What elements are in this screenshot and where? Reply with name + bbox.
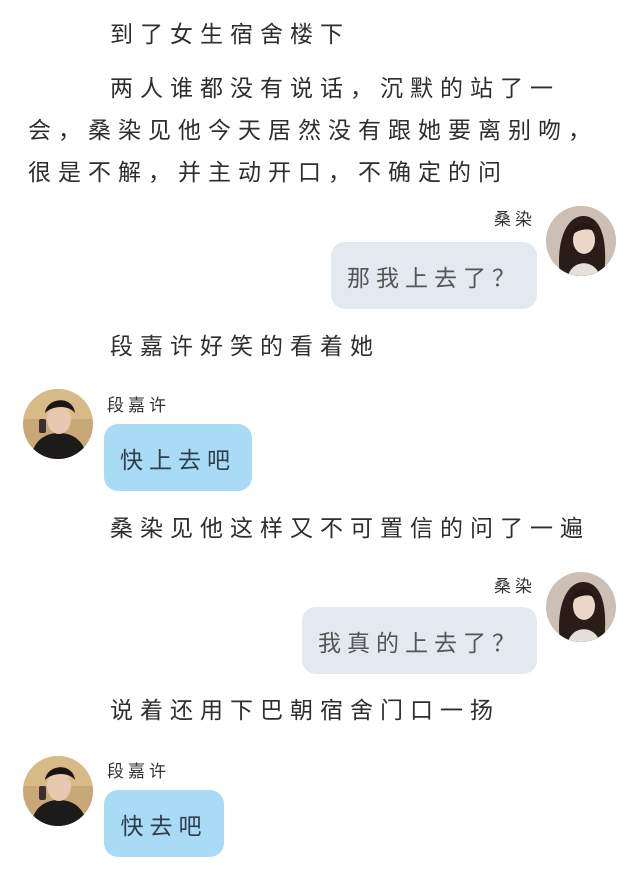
message-bubble-right: 那我上去了？ [331, 242, 537, 309]
message-bubble-left: 快上去吧 [104, 424, 252, 491]
speaker-name: 段嘉许 [107, 762, 170, 782]
narration-4: 桑染见他这样又不可置信的问了一遍 [110, 516, 590, 542]
narration-2: 两人谁都没有说话，沉默的站了一会，桑染见他今天居然没有跟她要离别吻，很是不解，并… [28, 76, 598, 186]
avatar-female-icon[interactable] [546, 206, 616, 276]
narration-5: 说着还用下巴朝宿舍门口一扬 [110, 698, 500, 724]
narration-3: 段嘉许好笑的看着她 [110, 334, 380, 360]
speaker-name: 桑染 [494, 210, 536, 230]
speaker-name: 段嘉许 [107, 396, 170, 416]
speaker-name: 桑染 [494, 577, 536, 597]
narration-1: 到了女生宿舍楼下 [110, 22, 350, 48]
avatar-male-icon[interactable] [23, 389, 93, 459]
message-bubble-right: 我真的上去了？ [302, 607, 537, 674]
avatar-female-icon[interactable] [546, 572, 616, 642]
avatar-male-icon[interactable] [23, 756, 93, 826]
message-bubble-left: 快去吧 [104, 790, 224, 857]
